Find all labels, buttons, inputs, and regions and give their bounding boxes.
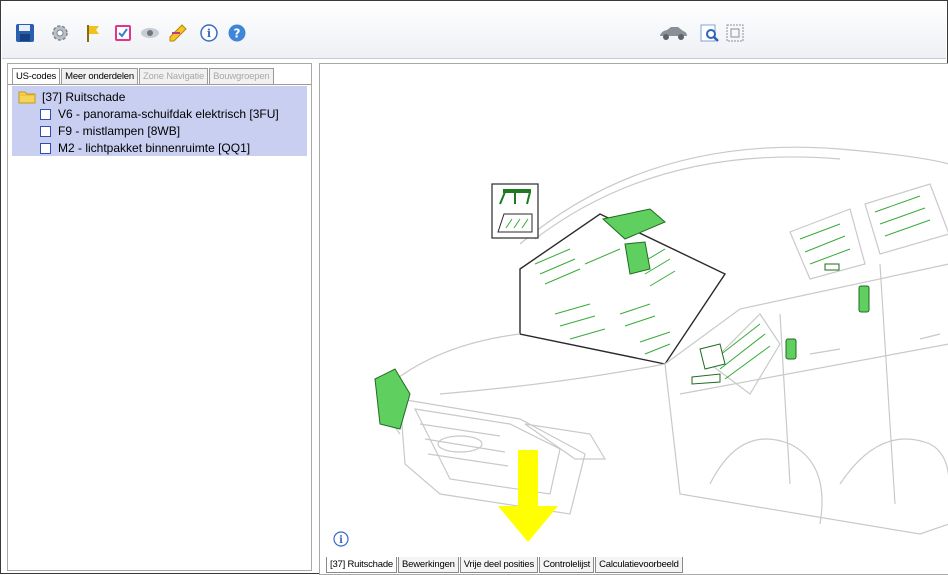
flag-icon[interactable] <box>82 22 104 44</box>
tree-item[interactable]: F9 - mistlampen [8WB] <box>12 122 307 140</box>
tab-calculatievoorbeeld[interactable]: Calculatievoorbeeld <box>595 557 683 573</box>
tree-root[interactable]: [37] Ruitschade <box>12 88 307 106</box>
tab-zone-navigatie: Zone Navigatie <box>138 68 209 84</box>
help-icon[interactable]: ? <box>226 22 248 44</box>
application-window: i ? US-codes Meer onderdelen Zone Naviga… <box>0 0 948 575</box>
folder-icon <box>18 91 36 104</box>
zoom-icon[interactable] <box>699 22 721 44</box>
tree-item-label: M2 - lichtpakket binnenruimte [QQ1] <box>58 141 251 155</box>
info-icon[interactable]: i <box>333 531 349 547</box>
tab-vrije-deel-posities[interactable]: Vrije deel posities <box>459 557 539 573</box>
info-icon[interactable]: i <box>198 22 220 44</box>
svg-text:i: i <box>339 535 343 546</box>
bottom-tab-strip: [37] Ruitschade Bewerkingen Vrije deel p… <box>326 557 684 574</box>
eye-icon[interactable] <box>139 22 161 44</box>
checkbox[interactable] <box>40 126 51 137</box>
tree-item[interactable]: V6 - panorama-schuifdak elektrisch [3FU] <box>12 105 307 123</box>
checkbox[interactable] <box>40 143 51 154</box>
svg-text:?: ? <box>234 27 241 41</box>
tab-meer-onderdelen[interactable]: Meer onderdelen <box>61 68 138 84</box>
save-icon[interactable] <box>14 22 36 44</box>
fit-view-icon[interactable] <box>724 22 746 44</box>
tab-ruitschade[interactable]: [37] Ruitschade <box>326 557 398 573</box>
drawing-panel: i [37] Ruitschade Bewerkingen Vrije deel… <box>319 63 948 575</box>
tab-controlelijst[interactable]: Controlelijst <box>539 557 595 573</box>
checkbox[interactable] <box>40 109 51 120</box>
tree-item-label: F9 - mistlampen [8WB] <box>58 124 181 138</box>
tab-bewerkingen[interactable]: Bewerkingen <box>398 557 459 573</box>
windscreen-pictogram-icon <box>491 183 539 239</box>
tab-us-codes[interactable]: US-codes <box>12 68 61 85</box>
car-outline <box>386 146 948 535</box>
checklist-icon[interactable] <box>112 22 134 44</box>
arrow-down-icon <box>498 450 558 542</box>
left-panel: US-codes Meer onderdelen Zone Navigatie … <box>7 63 312 571</box>
settings-icon[interactable] <box>49 22 71 44</box>
tree-item[interactable]: M2 - lichtpakket binnenruimte [QQ1] <box>12 139 307 157</box>
car-icon[interactable] <box>657 22 689 44</box>
tab-divider <box>8 84 311 85</box>
tree-root-label: [37] Ruitschade <box>42 90 126 104</box>
tree-item-label: V6 - panorama-schuifdak elektrisch [3FU] <box>58 107 279 121</box>
tab-bouwgroepen: Bouwgroepen <box>209 68 274 84</box>
toolbar: i ? <box>2 2 946 59</box>
us-codes-tree: [37] Ruitschade V6 - panorama-schuifdak … <box>12 86 307 156</box>
pencil-edit-icon[interactable] <box>167 22 189 44</box>
car-diagram[interactable] <box>320 64 948 554</box>
windscreen-glass[interactable] <box>534 248 676 355</box>
svg-text:i: i <box>207 27 211 40</box>
left-tab-strip: US-codes Meer onderdelen Zone Navigatie … <box>12 68 275 85</box>
